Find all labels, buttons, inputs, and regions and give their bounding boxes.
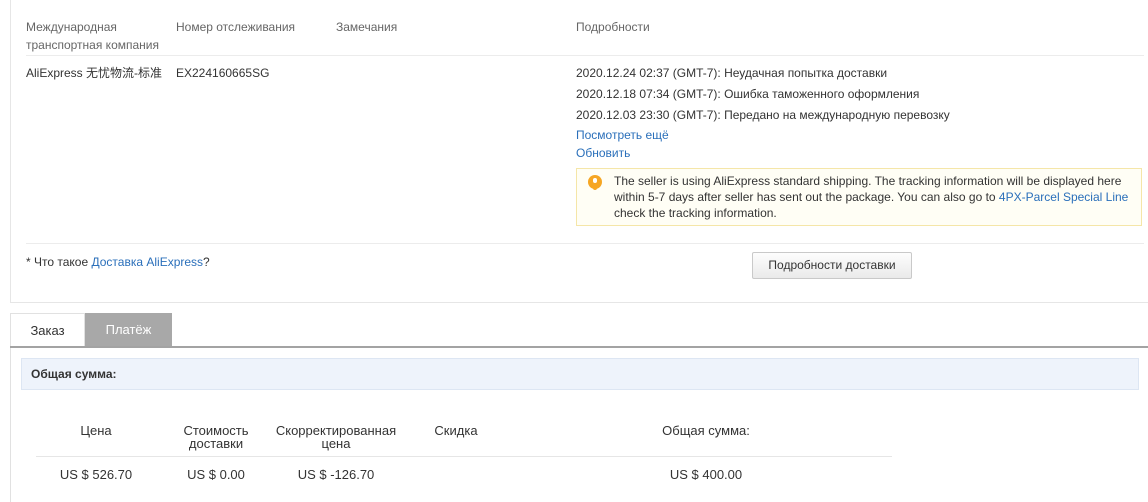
header-tracking-number: Номер отслеживания [176, 20, 296, 34]
tracking-event: 2020.12.18 07:34 (GMT-7): Ошибка таможен… [576, 87, 920, 101]
totals-title: Общая сумма: [21, 358, 1139, 390]
column-header-total: Общая сумма: [662, 423, 750, 438]
view-more-link[interactable]: Посмотреть ещё [576, 126, 669, 144]
footer-divider [26, 243, 1144, 244]
value-price: US $ 526.70 [59, 467, 133, 482]
tracking-number: EX224160665SG [176, 66, 270, 80]
totals-row-divider [36, 456, 892, 457]
what-is-aliexpress-shipping: * Что такое Доставка AliExpress? [26, 254, 210, 270]
header-details: Подробности [576, 20, 650, 34]
what-is-prefix: * Что такое [26, 255, 92, 269]
tracking-events: 2020.12.24 02:37 (GMT-7): Неудачная попы… [576, 64, 950, 127]
payment-totals: Общая сумма: Цена Стоимость доставки Ско… [10, 348, 1148, 502]
value-adjusted-price: US $ -126.70 [297, 467, 375, 482]
column-header-discount: Скидка [434, 423, 478, 438]
header-carrier: Международная транспортная компания [26, 20, 159, 52]
tracking-panel: Международная транспортная компания Номе… [10, 0, 1148, 303]
what-is-suffix: ? [203, 255, 210, 269]
value-total: US $ 400.00 [669, 467, 743, 482]
tracking-event: 2020.12.03 23:30 (GMT-7): Передано на ме… [576, 108, 950, 122]
4px-special-line-link[interactable]: 4PX-Parcel Special Line [999, 190, 1128, 204]
carrier-name: AliExpress 无忧物流-标准 [26, 66, 163, 80]
tracking-event: 2020.12.24 02:37 (GMT-7): Неудачная попы… [576, 66, 888, 80]
shipping-notice: The seller is using AliExpress standard … [576, 168, 1142, 226]
column-header-shipping: Стоимость доставки [183, 423, 249, 451]
column-header-adjusted-price: Скорректированная цена [275, 423, 397, 451]
notice-text-end: check the tracking information. [614, 206, 777, 220]
header-notes: Замечания [336, 20, 398, 34]
refresh-link[interactable]: Обновить [576, 144, 630, 162]
column-header-price: Цена [80, 423, 112, 438]
lightbulb-icon [588, 175, 602, 190]
aliexpress-shipping-link[interactable]: Доставка AliExpress [91, 255, 203, 269]
tab-payment[interactable]: Платёж [85, 313, 172, 347]
header-divider [26, 55, 1144, 56]
delivery-details-button[interactable]: Подробности доставки [752, 252, 912, 279]
value-shipping: US $ 0.00 [187, 467, 245, 482]
tab-order[interactable]: Заказ [10, 313, 85, 347]
